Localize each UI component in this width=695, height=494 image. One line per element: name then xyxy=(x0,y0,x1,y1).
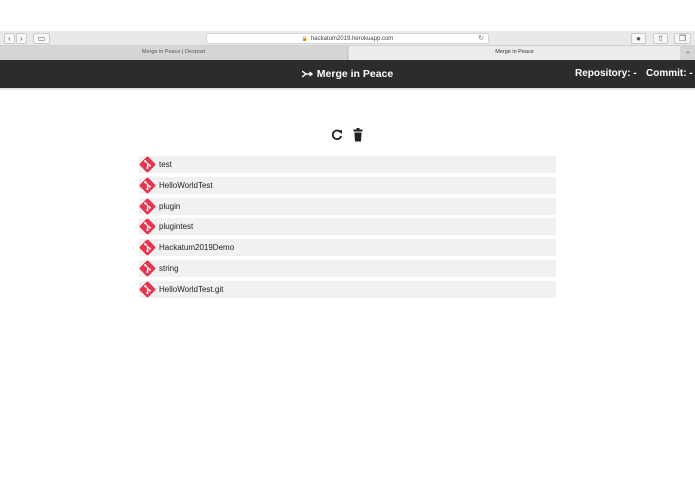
tab-label: Merge in Peace xyxy=(495,49,534,55)
address-bar[interactable]: 🔒 hackatum2019.herokuapp.com ↻ xyxy=(206,33,489,44)
refresh-icon[interactable] xyxy=(331,128,343,142)
new-tab-button[interactable]: + xyxy=(681,46,695,60)
downloads-button[interactable]: ● xyxy=(631,33,646,44)
tab-devpost[interactable]: Merge in Peace | Devpost xyxy=(0,46,348,60)
repository-item[interactable]: string xyxy=(139,259,556,277)
repository-name: string xyxy=(159,263,179,273)
repo-actions xyxy=(331,128,365,142)
url-text: hackatum2019.herokuapp.com xyxy=(310,36,394,42)
app-header: Merge in Peace Repository: - Commit: - xyxy=(0,60,695,88)
repository-item[interactable]: plugin xyxy=(139,197,556,215)
repository-item[interactable]: HelloWorldTest xyxy=(139,176,556,194)
git-icon xyxy=(139,239,156,256)
reload-icon[interactable]: ↻ xyxy=(478,34,484,44)
repository-indicator: Repository: - xyxy=(575,68,637,79)
trash-icon[interactable] xyxy=(352,128,364,142)
browser-toolbar: ‹ › ▭ 🔒 hackatum2019.herokuapp.com ↻ ● ⇧ … xyxy=(0,31,695,46)
repository-item[interactable]: Hackatum2019Demo xyxy=(139,239,556,257)
share-button[interactable]: ⇧ xyxy=(653,33,668,44)
repository-list: test HelloWorldTest plugin plugintest Hackat… xyxy=(139,156,556,302)
repository-name: test xyxy=(159,160,172,169)
tab-bar: Merge in Peace | Devpost Merge in Peace … xyxy=(0,46,695,60)
commit-indicator: Commit: - xyxy=(646,68,693,79)
repository-name: HelloWorldTest.git xyxy=(159,284,224,294)
repository-item[interactable]: plugintest xyxy=(139,218,556,236)
tab-merge-in-peace[interactable]: Merge in Peace xyxy=(349,46,680,60)
forward-button[interactable]: › xyxy=(16,33,27,44)
merge-icon xyxy=(301,70,313,78)
header-shadow xyxy=(0,88,695,91)
git-icon xyxy=(139,219,156,235)
repository-item[interactable]: HelloWorldTest.git xyxy=(139,280,556,298)
git-icon xyxy=(139,260,156,277)
tab-label: Merge in Peace | Devpost xyxy=(141,49,206,55)
git-icon xyxy=(139,198,156,214)
repository-name: plugintest xyxy=(159,222,194,232)
git-icon xyxy=(139,156,156,173)
top-margin xyxy=(0,0,695,31)
git-icon xyxy=(139,281,156,298)
git-icon xyxy=(139,177,156,194)
repository-name: Hackatum2019Demo xyxy=(159,243,235,253)
sidebar-toggle-button[interactable]: ▭ xyxy=(33,33,50,44)
repository-name: HelloWorldTest xyxy=(159,180,213,190)
tabs-overview-button[interactable]: ❐ xyxy=(674,33,691,44)
repository-item[interactable]: test xyxy=(139,156,556,173)
repository-name: plugin xyxy=(159,201,181,211)
back-button[interactable]: ‹ xyxy=(4,33,15,44)
lock-icon: 🔒 xyxy=(301,36,308,42)
app-title: Merge in Peace xyxy=(316,68,394,80)
